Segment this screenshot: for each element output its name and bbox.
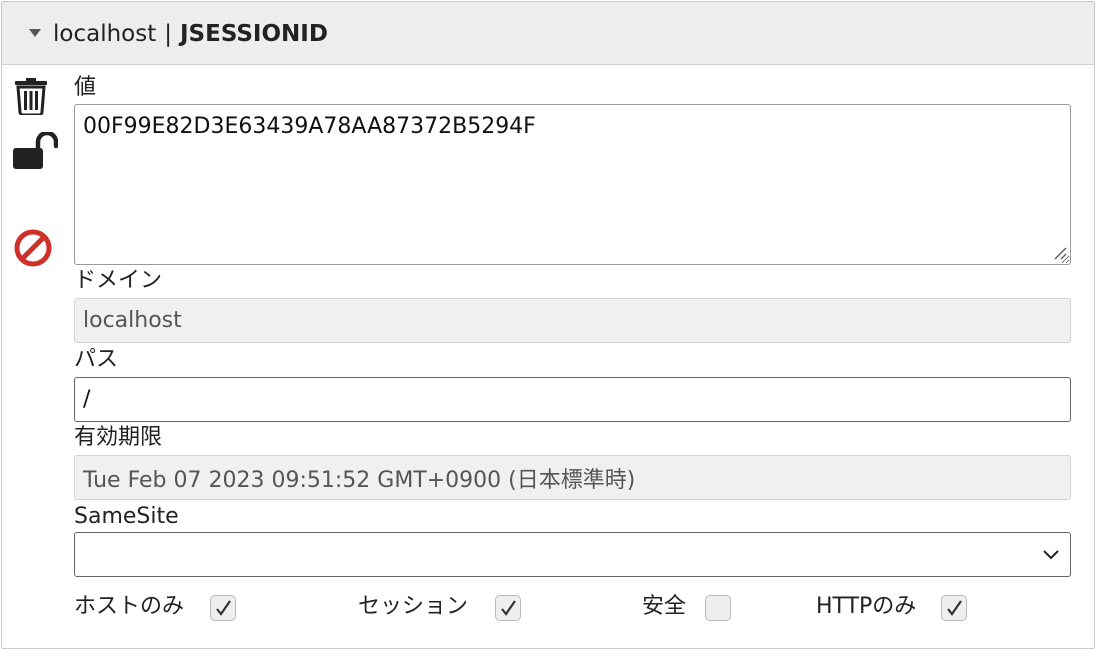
value-label: 値 [74, 75, 97, 100]
http-only-checkbox[interactable] [941, 595, 967, 621]
cookie-title[interactable]: localhost | JSESSIONID [53, 19, 328, 49]
title-separator: | [164, 21, 172, 47]
cookie-flags: ホストのみ セッション 安全 HTTPのみ [2, 592, 1094, 626]
domain-input[interactable] [74, 298, 1071, 343]
checkmark-icon [501, 600, 516, 616]
value-textarea[interactable]: 00F99E82D3E63439A78AA87372B5294F [74, 104, 1071, 265]
secure-checkbox[interactable] [705, 595, 731, 621]
expiration-label: 有効期限 [74, 425, 163, 450]
cookie-panel: localhost | JSESSIONID 値 00F99E82D3E63439A… [1, 1, 1095, 649]
prohibited-icon[interactable] [13, 228, 53, 268]
session-checkbox[interactable] [495, 595, 521, 621]
cookie-host: localhost [53, 21, 157, 47]
checkmark-icon [216, 600, 231, 616]
http-only-label: HTTPのみ [816, 594, 917, 619]
chevron-down-icon [1043, 550, 1059, 560]
path-input[interactable] [74, 377, 1071, 422]
domain-label: ドメイン [74, 268, 163, 293]
samesite-label: SameSite [74, 504, 179, 529]
path-label: パス [74, 347, 119, 372]
samesite-select[interactable] [74, 532, 1071, 577]
host-only-checkbox[interactable] [210, 595, 236, 621]
cookie-header[interactable]: localhost | JSESSIONID [2, 2, 1094, 65]
expiration-input[interactable] [74, 455, 1071, 500]
secure-label: 安全 [642, 594, 687, 619]
checkmark-icon [947, 600, 962, 616]
trash-icon[interactable] [14, 75, 48, 115]
unlocked-padlock-icon[interactable] [12, 132, 58, 170]
caret-down-icon[interactable] [29, 29, 41, 37]
host-only-label: ホストのみ [74, 594, 185, 619]
cookie-name: JSESSIONID [180, 21, 328, 47]
session-label: セッション [358, 594, 469, 619]
